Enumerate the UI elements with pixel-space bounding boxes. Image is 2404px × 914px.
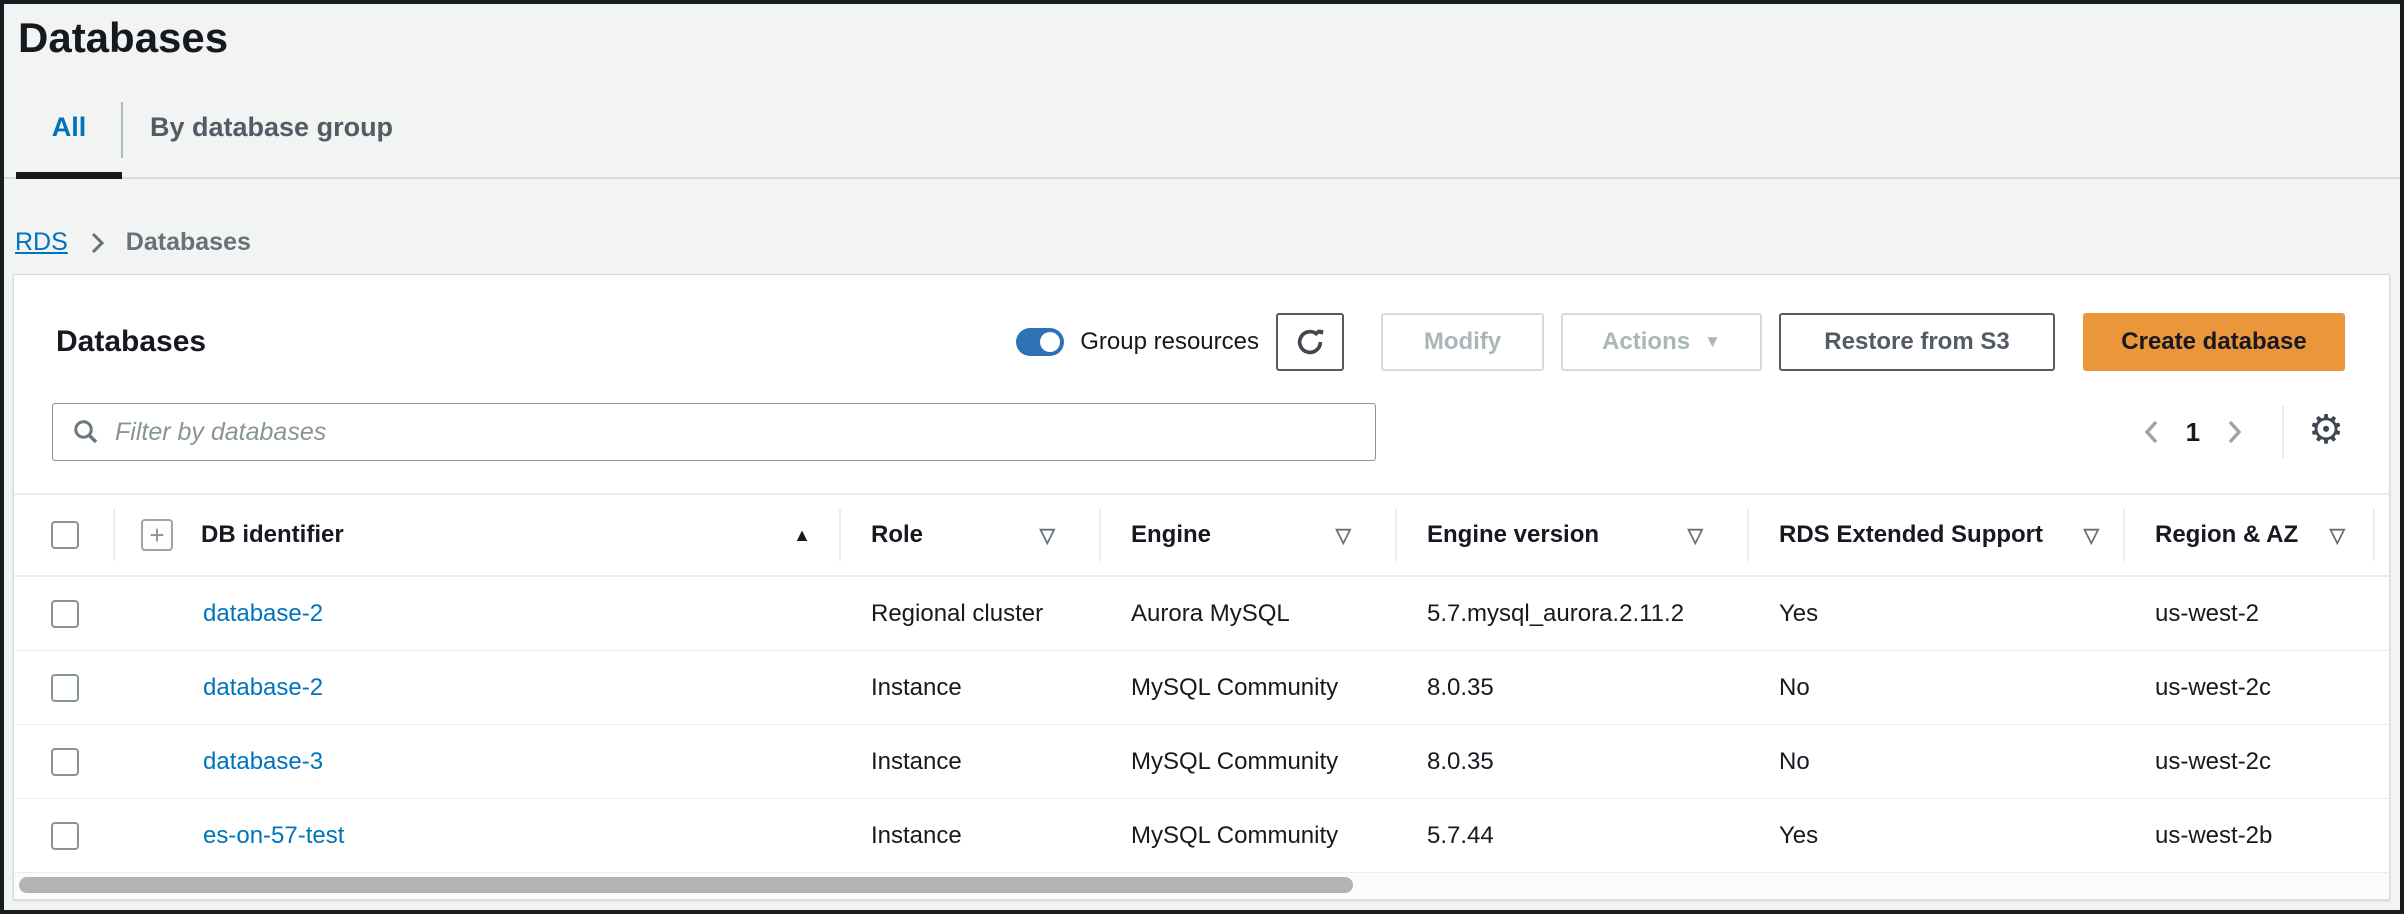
filter-input-wrap	[52, 403, 1376, 461]
column-label: Role	[871, 521, 923, 549]
table-header-row: + DB identifier ▲ Role ▽ Engine ▽ Engine…	[14, 493, 2389, 577]
toolbar: Group resources Modify Actions ▼ Restore…	[1016, 313, 2345, 371]
row-checkbox[interactable]	[51, 600, 79, 628]
role-cell: Instance	[841, 674, 1101, 702]
actions-label: Actions	[1602, 328, 1690, 356]
horizontal-scrollbar-track	[15, 873, 2388, 897]
column-filter-icon[interactable]: ▽	[2330, 523, 2345, 548]
filter-databases-input[interactable]	[115, 407, 1375, 457]
table-row: database-2 Regional cluster Aurora MySQL…	[14, 577, 2389, 651]
pagination-divider	[2282, 406, 2284, 458]
tab-by-database-group[interactable]: By database group	[150, 112, 393, 143]
rds-extended-support-cell: Yes	[1749, 822, 2125, 850]
column-header-engine-version[interactable]: Engine version ▽	[1397, 509, 1749, 561]
select-all-checkbox[interactable]	[51, 521, 79, 549]
role-cell: Instance	[841, 822, 1101, 850]
table-row: database-3 Instance MySQL Community 8.0.…	[14, 725, 2389, 799]
rds-extended-support-cell: No	[1749, 748, 2125, 776]
active-tab-indicator	[16, 172, 122, 179]
refresh-icon	[1293, 325, 1327, 359]
breadcrumb-rds-link[interactable]: RDS	[15, 228, 68, 257]
rds-extended-support-cell: No	[1749, 674, 2125, 702]
panel-heading: Databases	[56, 325, 206, 359]
header-select-cell	[14, 509, 115, 561]
actions-button: Actions ▼	[1561, 313, 1762, 371]
column-filter-icon[interactable]: ▽	[1336, 523, 1351, 548]
search-icon	[71, 417, 101, 447]
engine-cell: Aurora MySQL	[1101, 600, 1397, 628]
modify-button: Modify	[1381, 313, 1544, 371]
header-spacer-cell	[2375, 509, 2404, 561]
region-az-cell: us-west-2	[2125, 600, 2375, 628]
role-cell: Instance	[841, 748, 1101, 776]
column-header-region-az[interactable]: Region & AZ ▽	[2125, 509, 2375, 561]
horizontal-scrollbar-thumb[interactable]	[19, 877, 1353, 893]
group-resources-label: Group resources	[1080, 328, 1259, 356]
databases-table: + DB identifier ▲ Role ▽ Engine ▽ Engine…	[14, 493, 2389, 873]
actions-caret-icon: ▼	[1704, 332, 1721, 352]
column-filter-icon[interactable]: ▽	[1688, 523, 1703, 548]
db-identifier-link[interactable]: es-on-57-test	[203, 822, 344, 849]
engine-version-cell: 8.0.35	[1397, 748, 1749, 776]
engine-cell: MySQL Community	[1101, 674, 1397, 702]
group-resources-toggle[interactable]	[1016, 328, 1064, 356]
breadcrumb-chevron-icon	[86, 230, 108, 256]
engine-cell: MySQL Community	[1101, 748, 1397, 776]
column-label: Engine version	[1427, 521, 1599, 549]
page-title: Databases	[18, 14, 228, 62]
refresh-button[interactable]	[1276, 313, 1344, 371]
db-identifier-link[interactable]: database-2	[203, 600, 323, 627]
engine-version-cell: 5.7.mysql_aurora.2.11.2	[1397, 600, 1749, 628]
restore-from-s3-button[interactable]: Restore from S3	[1779, 313, 2055, 371]
row-checkbox[interactable]	[51, 748, 79, 776]
next-page-button[interactable]	[2212, 410, 2256, 454]
previous-page-button[interactable]	[2130, 410, 2174, 454]
engine-version-cell: 5.7.44	[1397, 822, 1749, 850]
column-header-engine[interactable]: Engine ▽	[1101, 509, 1397, 561]
row-checkbox[interactable]	[51, 674, 79, 702]
region-az-cell: us-west-2b	[2125, 822, 2375, 850]
column-header-rds-extended-support[interactable]: RDS Extended Support ▽	[1749, 509, 2125, 561]
create-database-button[interactable]: Create database	[2083, 313, 2345, 371]
db-identifier-link[interactable]: database-2	[203, 674, 323, 701]
breadcrumb: RDS Databases	[15, 228, 251, 257]
tab-all[interactable]: All	[16, 112, 122, 143]
breadcrumb-current: Databases	[126, 228, 251, 257]
region-az-cell: us-west-2c	[2125, 748, 2375, 776]
toggle-knob	[1040, 332, 1060, 352]
tabs-hairline	[0, 177, 2404, 179]
sort-ascending-icon[interactable]: ▲	[793, 525, 811, 546]
column-label: RDS Extended Support	[1779, 521, 2043, 549]
rds-extended-support-cell: Yes	[1749, 600, 2125, 628]
column-label: Engine	[1131, 521, 1211, 549]
column-header-role[interactable]: Role ▽	[841, 509, 1101, 561]
column-filter-icon[interactable]: ▽	[1040, 523, 1055, 548]
column-filter-icon[interactable]: ▽	[2084, 523, 2099, 548]
row-checkbox[interactable]	[51, 822, 79, 850]
pagination: 1 ⚙	[2130, 403, 2344, 461]
column-header-db-identifier[interactable]: + DB identifier ▲	[115, 509, 841, 561]
db-identifier-link[interactable]: database-3	[203, 748, 323, 775]
role-cell: Regional cluster	[841, 600, 1101, 628]
table-row: es-on-57-test Instance MySQL Community 5…	[14, 799, 2389, 873]
region-az-cell: us-west-2c	[2125, 674, 2375, 702]
table-row: database-2 Instance MySQL Community 8.0.…	[14, 651, 2389, 725]
tab-divider	[121, 102, 123, 158]
databases-panel: Databases Group resources Modify Actions…	[13, 274, 2390, 900]
current-page-number[interactable]: 1	[2186, 417, 2200, 448]
column-label: DB identifier	[201, 521, 344, 549]
column-label: Region & AZ	[2155, 521, 2298, 549]
expand-all-icon[interactable]: +	[141, 519, 173, 551]
engine-version-cell: 8.0.35	[1397, 674, 1749, 702]
engine-cell: MySQL Community	[1101, 822, 1397, 850]
preferences-gear-icon[interactable]: ⚙	[2308, 410, 2344, 454]
